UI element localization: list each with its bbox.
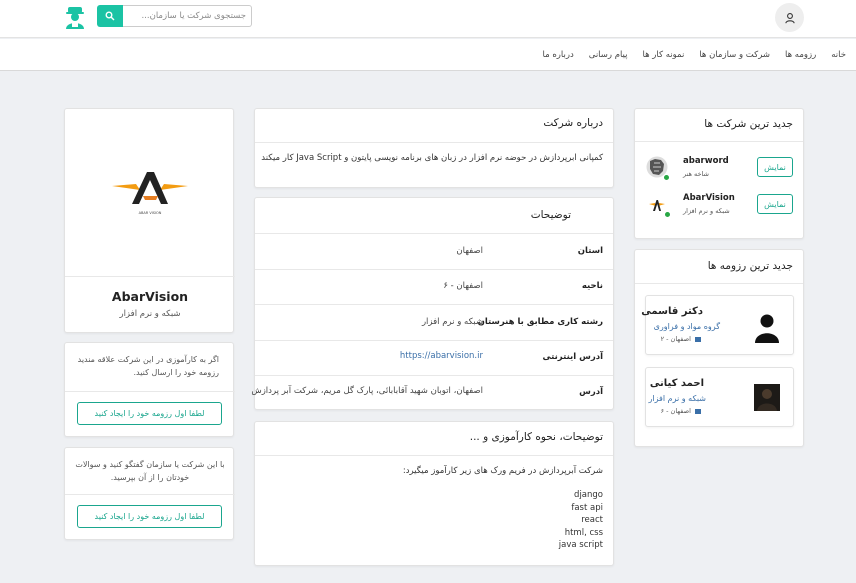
list-item: react (581, 515, 603, 525)
training-intro: شرکت آبرپردازش در فریم ورک های زیر کارآم… (402, 466, 603, 476)
nav-item-portfolio[interactable]: نمونه کار ها (643, 50, 685, 60)
person-avatar-icon (755, 314, 779, 343)
detail-label: ناحیه (581, 281, 603, 291)
detail-label: استان (577, 246, 603, 256)
top-bar (0, 0, 856, 38)
resume-location-text: اصفهان - ۶ (660, 407, 691, 415)
resume-field: گروه مواد و فراوری (653, 322, 720, 331)
latest-resumes-title: جدید ترین رزومه ها (707, 260, 793, 272)
list-item: html, css (564, 527, 603, 538)
latest-companies-card: جدید ترین شرکت ها نمایش abarword شاخه هن… (634, 108, 804, 239)
search-bar (97, 5, 252, 27)
person-photo (754, 384, 780, 411)
training-title: توضیحات، نحوه کارآموزی و ... (469, 431, 603, 443)
detail-label: آدرس اینترنتی (542, 352, 603, 362)
detail-label: آدرس (579, 387, 603, 397)
training-card: توضیحات، نحوه کارآموزی و ... شرکت آبرپرد… (254, 421, 614, 566)
company-list-name: AbarVision (683, 193, 735, 203)
nav-item-companies[interactable]: شرکت و سازمان ها (699, 50, 770, 60)
company-list-item[interactable]: نمایش abarword شاخه هنر (635, 149, 805, 185)
resume-name: احمد کیانی (649, 378, 704, 389)
detail-row-field: رشته کاری مطابق با هنرستان شبکه و نرم اف… (255, 304, 613, 340)
nav-item-resumes[interactable]: رزومه ها (785, 50, 816, 60)
map-pin-icon (695, 408, 701, 414)
company-list-name: abarword (683, 156, 729, 166)
latest-companies-title: جدید ترین شرکت ها (704, 118, 793, 130)
detail-row-website: آدرس اینترنتی https://abarvision.ir (255, 340, 613, 375)
detail-value: اصفهان (456, 246, 483, 256)
company-list-item[interactable]: نمایش AbarVision شبکه و نرم افزار (635, 187, 805, 223)
list-item: django (574, 490, 603, 500)
resume-field: شبکه و نرم افزار (648, 394, 706, 403)
map-pin-icon (695, 336, 701, 342)
nav-bar: خانه رزومه ها شرکت و سازمان ها نمونه کار… (0, 39, 856, 71)
detail-value: شبکه و نرم افزار (421, 317, 483, 327)
resume-location: اصفهان - ۲ (661, 335, 701, 343)
details-card: توضیحات استان اصفهان ناحیه ۶ - اصفهان رش… (251, 197, 614, 411)
detail-label: رشته کاری مطابق با هنرستان (477, 317, 603, 327)
show-company-button[interactable]: نمایش (757, 157, 793, 177)
search-input[interactable] (123, 5, 252, 27)
training-list: django fast api react html, css java scr… (403, 489, 603, 552)
company-name: AbarVision (111, 289, 189, 304)
nav-item-about[interactable]: درباره ما (542, 50, 573, 60)
latest-resumes-card: جدید ترین رزومه ها دکتر قاسمی گروه مواد … (634, 249, 804, 447)
company-list-category: شبکه و نرم افزار (683, 207, 730, 215)
apply-notice-text: اگر به کارآموزی در این شرکت علاقه مندید … (77, 355, 219, 377)
search-button[interactable] (97, 5, 123, 27)
about-company-text: کمپانی ابرپردازش در حوضه نرم افزار در زب… (261, 153, 603, 163)
detail-row-address: آدرس اصفهان، اتوبان شهید آقابابائی، پارک… (251, 375, 613, 411)
details-title: توضیحات (530, 209, 571, 221)
about-company-title: درباره شرکت (543, 117, 603, 129)
nav-item-messaging[interactable]: پیام رسانی (589, 50, 628, 60)
user-icon (784, 12, 795, 23)
detail-row-province: استان اصفهان (255, 233, 613, 269)
resume-location: اصفهان - ۶ (661, 407, 701, 415)
resume-location-text: اصفهان - ۲ (660, 335, 691, 343)
company-logo-text: ABAR VISION (138, 211, 162, 215)
chat-notice-text: با این شرکت یا سازمان گفتگو کنید و سوالا… (75, 460, 225, 482)
resume-name: دکتر قاسمی (641, 306, 703, 317)
create-resume-button[interactable]: لطفا اول رزومه خود را ایجاد کنید (77, 402, 222, 425)
online-status-dot (664, 211, 671, 218)
list-item: fast api (571, 502, 603, 513)
user-menu-button[interactable] (775, 3, 804, 32)
company-logo (112, 172, 188, 204)
list-item: java script (558, 540, 603, 550)
main-nav: خانه رزومه ها شرکت و سازمان ها نمونه کار… (537, 39, 856, 71)
search-icon (105, 11, 115, 21)
detail-value: اصفهان، اتوبان شهید آقابابائی، پارک گل م… (251, 386, 483, 396)
website-link[interactable]: https://abarvision.ir (400, 351, 483, 361)
show-company-button[interactable]: نمایش (757, 194, 793, 214)
online-status-dot (663, 174, 670, 181)
company-category: شبکه و نرم افزار (119, 309, 181, 319)
company-profile-card: ABAR VISION AbarVision شبکه و نرم افزار (64, 108, 235, 333)
about-company-card: درباره شرکت کمپانی ابرپردازش در حوضه نرم… (254, 108, 614, 188)
apply-notice-card: اگر به کارآموزی در این شرکت علاقه مندید … (64, 342, 235, 437)
chat-notice-card: با این شرکت یا سازمان گفتگو کنید و سوالا… (64, 447, 235, 540)
site-logo-icon[interactable] (64, 4, 86, 30)
create-resume-chat-button[interactable]: لطفا اول رزومه خود را ایجاد کنید (77, 505, 222, 528)
resume-list-item[interactable]: احمد کیانی شبکه و نرم افزار اصفهان - ۶ (645, 367, 794, 427)
detail-row-district: ناحیه ۶ - اصفهان (255, 269, 613, 304)
nav-item-home[interactable]: خانه (831, 50, 846, 60)
resume-list-item[interactable]: دکتر قاسمی گروه مواد و فراوری اصفهان - ۲ (641, 295, 794, 355)
detail-value: ۶ - اصفهان (443, 281, 483, 291)
company-list-category: شاخه هنر (683, 170, 709, 178)
